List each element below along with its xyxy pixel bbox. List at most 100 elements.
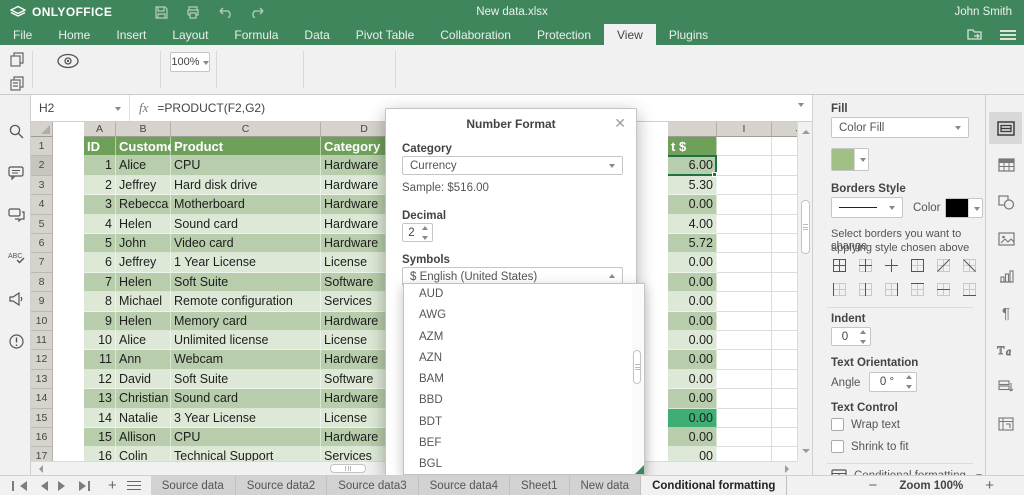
cell-C5[interactable]: Sound card <box>171 215 321 234</box>
column-header-I[interactable]: I <box>717 122 772 137</box>
cell-H13[interactable]: 0.00 <box>668 370 717 389</box>
sheet-tab-new-data[interactable]: New data <box>570 476 642 495</box>
cell-empty[interactable] <box>717 389 772 408</box>
sheet-tab-sheet1[interactable]: Sheet1 <box>510 476 569 495</box>
sheet-tab-source-data3[interactable]: Source data3 <box>327 476 418 495</box>
menu-tab-home[interactable]: Home <box>45 24 103 45</box>
row-header-7[interactable]: 7 <box>31 253 53 272</box>
left-border-icon[interactable] <box>831 281 848 298</box>
vertical-scroll-thumb[interactable] <box>801 200 810 254</box>
vertical-inside-border-icon[interactable] <box>857 281 874 298</box>
dropdown-option-awg[interactable]: AWG <box>404 305 644 326</box>
zoom-select[interactable]: 100% <box>170 52 210 72</box>
cell-H7[interactable]: 0.00 <box>668 253 717 272</box>
cell-A7[interactable]: 6 <box>84 253 116 272</box>
table-settings-icon[interactable] <box>994 153 1018 177</box>
menu-tab-plugins[interactable]: Plugins <box>656 24 721 45</box>
menu-tab-pivot-table[interactable]: Pivot Table <box>343 24 427 45</box>
decimal-spinner[interactable]: 2 <box>402 223 433 242</box>
menu-tab-view[interactable]: View <box>604 24 656 45</box>
column-header-sliver[interactable] <box>668 122 717 137</box>
cell-A15[interactable]: 14 <box>84 409 116 428</box>
cell-C6[interactable]: Video card <box>171 234 321 253</box>
previous-sheet-icon[interactable] <box>34 480 46 492</box>
cell-A11[interactable]: 10 <box>84 331 116 350</box>
cell-B6[interactable]: John <box>116 234 171 253</box>
zoom-in-icon[interactable]: + <box>985 477 994 494</box>
shape-settings-icon[interactable] <box>994 190 1018 214</box>
cell-C8[interactable]: Soft Suite <box>171 273 321 292</box>
cell-empty[interactable] <box>717 350 772 369</box>
dropdown-option-azm[interactable]: AZM <box>404 327 644 348</box>
menu-tab-data[interactable]: Data <box>291 24 342 45</box>
cell-C12[interactable]: Webcam <box>171 350 321 369</box>
cell-empty[interactable] <box>772 312 797 331</box>
spinner-up-icon[interactable] <box>422 223 428 230</box>
cell-H3[interactable]: 5.30 <box>668 176 717 195</box>
dropdown-option-bgl[interactable]: BGL <box>404 454 644 475</box>
fill-type-select[interactable]: Color Fill <box>831 117 969 138</box>
spinner-up-icon[interactable] <box>906 372 912 379</box>
cell-A16[interactable]: 15 <box>84 428 116 447</box>
cell-name-box[interactable]: H2 <box>31 95 130 121</box>
row-header-3[interactable]: 3 <box>31 176 53 195</box>
cell-A10[interactable]: 9 <box>84 312 116 331</box>
cell-empty[interactable] <box>717 428 772 447</box>
print-icon[interactable] <box>184 4 202 20</box>
cell-B15[interactable]: Natalie <box>116 409 171 428</box>
sheet-list-icon[interactable] <box>127 481 141 490</box>
cell-C9[interactable]: Remote configuration <box>171 292 321 311</box>
close-icon[interactable]: ✕ <box>614 115 626 132</box>
angle-spinner[interactable]: 0 ° <box>869 372 917 392</box>
comment-icon[interactable] <box>4 161 28 185</box>
cell-H8[interactable]: 0.00 <box>668 273 717 292</box>
cell-H14[interactable]: 0.00 <box>668 389 717 408</box>
cell-settings-icon[interactable] <box>994 116 1018 140</box>
scroll-up-arrow[interactable] <box>802 126 810 134</box>
cell-B16[interactable]: Allison <box>116 428 171 447</box>
dropdown-option-bam[interactable]: BAM <box>404 369 644 390</box>
row-header-11[interactable]: 11 <box>31 331 53 350</box>
cell-B2[interactable]: Alice <box>116 156 171 175</box>
first-sheet-icon[interactable] <box>12 480 24 492</box>
column-header-J[interactable]: J <box>772 122 797 137</box>
menu-tab-file[interactable]: File <box>0 24 45 45</box>
cell-B14[interactable]: Christian <box>116 389 171 408</box>
cell-A2[interactable]: 1 <box>84 156 116 175</box>
undo-icon[interactable] <box>216 4 234 20</box>
cell-empty[interactable] <box>772 370 797 389</box>
redo-icon[interactable] <box>248 4 266 20</box>
row-header-6[interactable]: 6 <box>31 234 53 253</box>
spinner-down-icon[interactable] <box>906 385 912 392</box>
dropdown-option-bef[interactable]: BEF <box>404 433 644 454</box>
cell-H12[interactable]: 0.00 <box>668 350 717 369</box>
inside-borders-icon[interactable] <box>857 257 874 274</box>
horizontal-scroll-thumb[interactable] <box>330 464 366 473</box>
cell-empty[interactable] <box>772 195 797 214</box>
row-header-1[interactable]: 1 <box>31 137 53 156</box>
cell-empty[interactable] <box>772 292 797 311</box>
paste-icon[interactable] <box>5 71 29 95</box>
cell-H11[interactable]: 0.00 <box>668 331 717 350</box>
row-header-8[interactable]: 8 <box>31 273 53 292</box>
cell-C13[interactable]: Soft Suite <box>171 370 321 389</box>
menu-tab-formula[interactable]: Formula <box>221 24 291 45</box>
scroll-right-arrow[interactable] <box>785 465 793 473</box>
right-border-icon[interactable] <box>883 281 900 298</box>
formula-input[interactable]: =PRODUCT(F2,G2) <box>157 101 265 115</box>
shrink-to-fit-checkbox[interactable]: Shrink to fit <box>831 440 909 453</box>
cell-H15[interactable]: 0.00 <box>668 409 717 428</box>
pivot-settings-icon[interactable] <box>994 412 1018 436</box>
wrap-text-checkbox[interactable]: Wrap text <box>831 418 900 431</box>
fill-color-button[interactable] <box>831 148 869 171</box>
cell-empty[interactable] <box>772 137 797 156</box>
row-header-2[interactable]: 2 <box>31 156 53 175</box>
cell-C3[interactable]: Hard disk drive <box>171 176 321 195</box>
chat-icon[interactable] <box>4 203 28 227</box>
cell-empty[interactable] <box>772 331 797 350</box>
cell-A6[interactable]: 5 <box>84 234 116 253</box>
scroll-left-arrow[interactable] <box>35 465 43 473</box>
all-borders-icon[interactable] <box>831 257 848 274</box>
cell-A17[interactable]: 16 <box>84 447 116 461</box>
row-header-17[interactable]: 17 <box>31 447 53 461</box>
